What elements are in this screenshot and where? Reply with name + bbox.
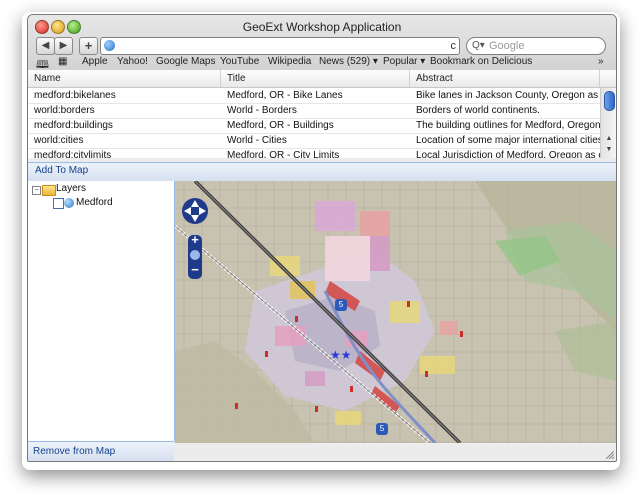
add-to-map-button[interactable]: Add To Map (35, 165, 88, 176)
capabilities-grid: medford:bikelanes Medford, OR - Bike Lan… (28, 88, 600, 158)
pan-up-button[interactable] (181, 193, 209, 205)
cell-name: medford:citylimits (34, 150, 112, 158)
bookmarks-bar: 🕮 ▦ Apple Yahoo! Google Maps YouTube Wik… (28, 55, 616, 71)
cell-name: world:cities (34, 135, 84, 146)
add-bookmark-button[interactable]: + (79, 37, 98, 55)
cell-name: medford:buildings (34, 120, 113, 131)
column-header-title[interactable]: Title (221, 70, 410, 87)
back-button[interactable]: ◀ (36, 37, 55, 55)
map-panel[interactable]: ★★ 5 5 (175, 181, 616, 443)
tree-node-medford[interactable]: Medford (76, 197, 113, 209)
bookmark-yahoo[interactable]: Yahoo! (117, 56, 148, 67)
layer-tree: − Layers Medford (28, 181, 175, 441)
interstate-shield-south: 5 (376, 423, 388, 435)
grid-toolbar: Add To Map (28, 162, 616, 182)
magnifier-icon: Q▾ (472, 40, 485, 51)
cell-title: Medford, OR - Buildings (227, 120, 334, 131)
cell-abstract: Bike lanes in Jackson County, Oregon as … (416, 90, 600, 101)
cell-title: Medford, OR - City Limits (227, 150, 340, 158)
zoom-out-button[interactable]: − (190, 263, 200, 277)
scroll-up-arrow-icon[interactable]: ▲ (601, 135, 616, 142)
bookmark-wikipedia[interactable]: Wikipedia (268, 56, 311, 67)
search-field[interactable]: Q▾ Google (466, 37, 606, 55)
cell-abstract: Location of some major international cit… (416, 135, 600, 146)
grid-scrollbar[interactable]: ▲ ▼ (600, 88, 616, 158)
globe-icon (104, 40, 115, 51)
reload-icon[interactable]: c (451, 38, 457, 54)
cell-name: medford:bikelanes (34, 90, 116, 101)
table-row[interactable]: medford:citylimits Medford, OR - City Li… (28, 148, 600, 158)
cell-name: world:borders (34, 105, 95, 116)
forward-button[interactable]: ▶ (54, 37, 73, 55)
collapse-icon[interactable]: − (32, 186, 41, 195)
pan-zoom-control: + − (181, 185, 209, 281)
more-bookmarks-icon[interactable]: » (598, 56, 604, 67)
svg-text:★★: ★★ (330, 348, 352, 362)
table-row[interactable]: world:borders World - Borders Borders of… (28, 103, 600, 119)
cell-title: World - Borders (227, 105, 297, 116)
grid-header: Name Title Abstract (28, 70, 616, 88)
bookmark-youtube[interactable]: YouTube (220, 56, 259, 67)
table-row[interactable]: medford:bikelanes Medford, OR - Bike Lan… (28, 88, 600, 104)
table-row[interactable]: world:cities World - Cities Location of … (28, 133, 600, 149)
cell-title: World - Cities (227, 135, 287, 146)
table-row[interactable]: medford:buildings Medford, OR - Building… (28, 118, 600, 134)
window-title: GeoExt Workshop Application (242, 20, 402, 34)
cell-title: Medford, OR - Bike Lanes (227, 90, 343, 101)
bookmark-google-maps[interactable]: Google Maps (156, 56, 215, 67)
interstate-shield-north: 5 (335, 299, 347, 311)
address-bar[interactable]: c (100, 37, 460, 55)
tree-node-layers[interactable]: Layers (56, 183, 86, 195)
bookmark-apple[interactable]: Apple (82, 56, 108, 67)
column-header-name[interactable]: Name (28, 70, 221, 87)
resize-grip-icon[interactable] (604, 449, 614, 459)
remove-from-map-button[interactable]: Remove from Map (33, 446, 115, 457)
search-placeholder: Google (489, 40, 525, 52)
layer-checkbox[interactable] (53, 198, 64, 209)
bookmark-delicious[interactable]: Bookmark on Delicious (430, 56, 532, 67)
browser-window: GeoExt Workshop Application ◀ ▶ + c Q▾ G… (27, 14, 617, 462)
grid-icon[interactable]: ▦ (58, 56, 67, 67)
cell-abstract: Local Jurisdiction of Medford, Oregon as… (416, 150, 600, 158)
column-header-abstract[interactable]: Abstract (410, 70, 600, 87)
zoom-in-button[interactable]: + (190, 233, 200, 247)
globe-icon (64, 198, 74, 208)
bookmark-popular[interactable]: Popular ▾ (383, 56, 425, 67)
scrollbar-thumb[interactable] (604, 91, 615, 111)
scroll-down-arrow-icon[interactable]: ▼ (601, 146, 616, 153)
map-canvas: ★★ (175, 181, 616, 443)
bookmark-news[interactable]: News (529) ▾ (319, 56, 378, 67)
tree-toolbar: Remove from Map (28, 441, 174, 461)
cell-abstract: The building outlines for Medford, Orego… (416, 120, 600, 131)
folder-icon (42, 185, 56, 196)
cell-abstract: Borders of world continents. (416, 105, 540, 116)
pan-down-button[interactable] (181, 215, 209, 227)
